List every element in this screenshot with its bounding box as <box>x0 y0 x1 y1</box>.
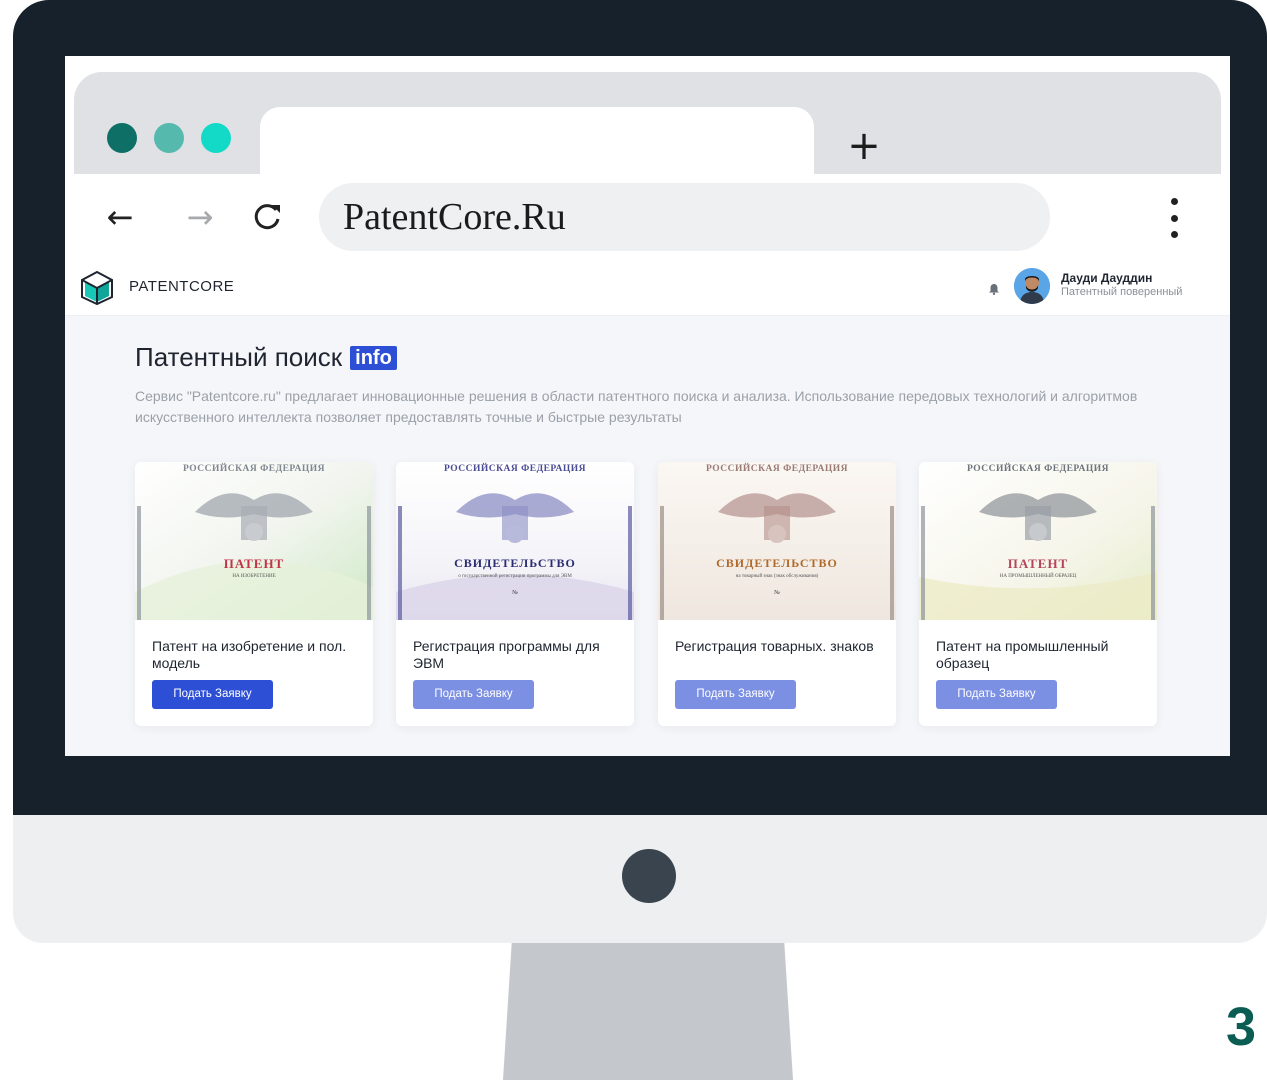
kebab-menu-icon[interactable] <box>1163 198 1185 238</box>
certificate-header: РОССИЙСКАЯ ФЕДЕРАЦИЯ <box>182 464 326 474</box>
slide-number: 3 <box>1226 997 1257 1057</box>
window-dot-maximize[interactable] <box>201 123 231 153</box>
page-title-text: Патентный поиск <box>135 342 343 372</box>
certificate-image: РОССИЙСКАЯ ФЕДЕРАЦИЯ ПАТЕНТ НА ИЗОБРЕТЕН… <box>135 462 373 620</box>
submit-application-button[interactable]: Подать Заявку <box>152 680 273 709</box>
certificate-title: СВИДЕТЕЛЬСТВО <box>454 556 576 570</box>
reload-icon[interactable] <box>247 199 287 235</box>
service-cards: РОССИЙСКАЯ ФЕДЕРАЦИЯ ПАТЕНТ НА ИЗОБРЕТЕН… <box>135 462 1175 728</box>
new-tab-button[interactable]: + <box>844 126 884 168</box>
avatar[interactable] <box>1014 268 1050 304</box>
page-title: Патентный поиск info <box>135 342 397 373</box>
certificate-number: № <box>774 590 780 596</box>
user-name[interactable]: Дауди Даудд​ин <box>1061 271 1152 285</box>
service-card-trademark: РОССИЙСКАЯ ФЕДЕРАЦИЯ СВИДЕТЕЛЬСТВО на то… <box>658 462 896 726</box>
certificate-image: РОССИЙСКАЯ ФЕДЕРАЦИЯ ПАТЕНТ НА ПРОМЫШЛЕН… <box>919 462 1157 620</box>
window-dot-minimize[interactable] <box>154 123 184 153</box>
certificate-title: ПАТЕНТ <box>223 556 285 571</box>
page-description: Сервис "Patentcore.ru" предлагает иннова… <box>135 388 1138 425</box>
user-role: Патентный поверенный <box>1061 286 1183 298</box>
site-header: PATENTCORE Дауди Даудд​ин Патентный пове… <box>65 260 1230 316</box>
certificate-header: РОССИЙСКАЯ ФЕДЕРАЦИЯ <box>705 464 849 474</box>
logo-text[interactable]: PATENTCORE <box>129 278 234 295</box>
card-title: Регистрация товарных. знаков <box>675 638 874 654</box>
card-title: Патент на промышленный образец <box>936 638 1109 671</box>
monitor-stand <box>503 943 793 1080</box>
logo-cube-icon[interactable] <box>79 270 115 306</box>
certificate-header: РОССИЙСКАЯ ФЕДЕРАЦИЯ <box>966 464 1110 474</box>
forward-arrow-icon[interactable]: → <box>180 199 220 235</box>
monitor-logo-dot <box>622 849 676 903</box>
submit-application-button[interactable]: Подать Заявку <box>936 680 1057 709</box>
certificate-subtitle: НА ИЗОБРЕТЕНИЕ <box>232 574 276 579</box>
active-tab[interactable] <box>260 107 814 190</box>
certificate-title: СВИДЕТЕЛЬСТВО <box>716 556 838 570</box>
certificate-subtitle: на товарный знак (знак обслуживания) <box>735 574 819 579</box>
service-card-industrial-design: РОССИЙСКАЯ ФЕДЕРАЦИЯ ПАТЕНТ НА ПРОМЫШЛЕН… <box>919 462 1157 726</box>
info-badge[interactable]: info <box>350 345 397 370</box>
back-arrow-icon[interactable]: ← <box>100 199 140 235</box>
main-content: Патентный поиск info Сервис "Patentcore.… <box>65 316 1230 756</box>
service-card-software-registration: РОССИЙСКАЯ ФЕДЕРАЦИЯ СВИДЕТЕЛЬСТВО о гос… <box>396 462 634 726</box>
certificate-subtitle: о государственной регистрации программы … <box>458 574 572 579</box>
tab-strip: + <box>74 72 1221 190</box>
certificate-title: ПАТЕНТ <box>1007 556 1069 571</box>
submit-application-button[interactable]: Подать Заявку <box>675 680 796 709</box>
certificate-number: № <box>512 590 518 596</box>
browser-window: + ← → PatentCore.Ru PATENTCORE Дауди Дау… <box>65 56 1230 756</box>
service-card-patent-invention: РОССИЙСКАЯ ФЕДЕРАЦИЯ ПАТЕНТ НА ИЗОБРЕТЕН… <box>135 462 373 726</box>
certificate-header: РОССИЙСКАЯ ФЕДЕРАЦИЯ <box>443 464 587 474</box>
card-title: Регистрация программы для ЭВМ <box>413 638 600 671</box>
window-dot-close[interactable] <box>107 123 137 153</box>
certificate-image: РОССИЙСКАЯ ФЕДЕРАЦИЯ СВИДЕТЕЛЬСТВО на то… <box>658 462 896 620</box>
certificate-image: РОССИЙСКАЯ ФЕДЕРАЦИЯ СВИДЕТЕЛЬСТВО о гос… <box>396 462 634 620</box>
card-title: Патент на изобретение и пол. модель <box>152 638 347 671</box>
submit-application-button[interactable]: Подать Заявку <box>413 680 534 709</box>
address-bar[interactable]: PatentCore.Ru <box>319 183 1050 251</box>
certificate-subtitle: НА ПРОМЫШЛЕННЫЙ ОБРАЗЕЦ <box>999 574 1077 579</box>
bell-icon[interactable] <box>988 282 1000 295</box>
